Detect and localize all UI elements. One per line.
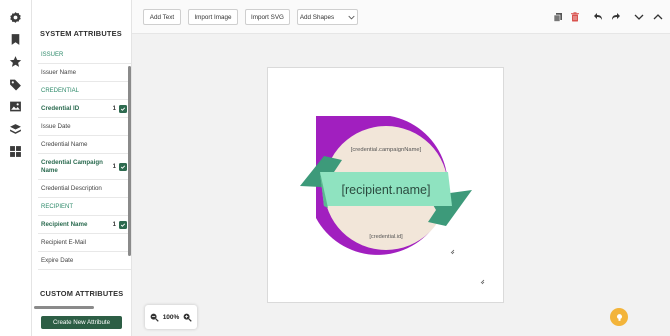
attribute-label: Credential ID: [41, 104, 80, 112]
move-up-icon[interactable]: [653, 12, 663, 22]
attribute-row[interactable]: Recipient Name 1: [38, 216, 131, 234]
tag-icon[interactable]: [9, 78, 22, 91]
copy-icon[interactable]: [553, 12, 563, 22]
attribute-row[interactable]: Expire Date: [38, 252, 131, 270]
attribute-label: RECIPIENT: [41, 203, 74, 210]
move-down-icon[interactable]: [634, 12, 644, 22]
section-header: CREDENTIAL: [38, 82, 131, 100]
add-text-button[interactable]: Add Text: [143, 9, 181, 25]
toolbar: Add Text Import Image Import SVG Add Sha…: [132, 0, 670, 34]
attribute-row[interactable]: Credential Campaign Name 1: [38, 154, 131, 180]
attribute-checkbox[interactable]: [119, 162, 127, 171]
attribute-row[interactable]: Credential Name: [38, 136, 131, 154]
lightbulb-icon: [616, 313, 622, 321]
attribute-checkbox[interactable]: [119, 104, 127, 113]
zoom-level: 100%: [162, 313, 180, 321]
attribute-checkbox[interactable]: [119, 220, 127, 229]
icon-rail: [0, 0, 32, 336]
attribute-label: ISSUER: [41, 51, 64, 58]
zoom-out-icon[interactable]: [150, 313, 159, 322]
attribute-label: Credential Name: [41, 140, 88, 148]
section-header: RECIPIENT: [38, 198, 131, 216]
import-svg-button[interactable]: Import SVG: [245, 9, 290, 25]
grid-icon[interactable]: [9, 145, 22, 158]
attribute-row[interactable]: Recipient E-Mail: [38, 234, 131, 252]
attribute-label: Recipient Name: [41, 220, 88, 228]
delete-icon[interactable]: [570, 12, 580, 22]
create-new-attribute-button[interactable]: Create New Attribute: [41, 316, 122, 329]
help-button[interactable]: [610, 308, 628, 326]
attributes-panel: SYSTEM ATTRIBUTES ISSUER Issuer Name CREDE…: [32, 0, 132, 336]
attribute-row[interactable]: Credential ID 1: [38, 100, 131, 118]
image-icon[interactable]: [9, 100, 22, 113]
attribute-label: Issue Date: [41, 122, 71, 130]
attribute-row[interactable]: Issue Date: [38, 118, 131, 136]
redo-icon[interactable]: [611, 12, 621, 22]
import-image-button[interactable]: Import Image: [188, 9, 238, 25]
horizontal-scrollbar[interactable]: [34, 306, 94, 309]
attribute-label: Recipient E-Mail: [41, 238, 87, 246]
zoom-control: 100%: [145, 305, 197, 329]
chevron-down-icon: [348, 15, 355, 20]
system-attributes-title: SYSTEM ATTRIBUTES: [40, 29, 122, 38]
resize-handle-inner[interactable]: [450, 249, 455, 255]
custom-attributes-title: CUSTOM ATTRIBUTES: [40, 289, 124, 298]
add-shapes-label: Add Shapes: [299, 13, 335, 21]
resize-handle-outer[interactable]: [480, 279, 485, 285]
attribute-label: Issuer Name: [41, 68, 77, 76]
attribute-label: Expire Date: [41, 256, 74, 264]
undo-icon[interactable]: [593, 12, 603, 22]
attribute-list: ISSUER Issuer Name CREDENTIAL Credential ID…: [38, 46, 131, 270]
section-header: ISSUER: [38, 46, 131, 64]
attribute-label: Credential Description: [41, 184, 102, 192]
vertical-scrollbar[interactable]: [128, 66, 131, 256]
attribute-label: CREDENTIAL: [41, 87, 80, 94]
add-shapes-dropdown[interactable]: Add Shapes: [297, 9, 358, 25]
attribute-count: 1: [112, 221, 116, 228]
recipient-name-placeholder[interactable]: [recipient.name]: [342, 183, 431, 197]
attribute-row[interactable]: Issuer Name: [38, 64, 131, 82]
attribute-row[interactable]: Credential Description: [38, 180, 131, 198]
attribute-label: Credential Campaign Name: [41, 158, 103, 174]
campaign-name-placeholder[interactable]: [credential.campaignName]: [351, 147, 422, 153]
settings-icon[interactable]: [9, 11, 22, 24]
star-icon[interactable]: [9, 55, 22, 68]
layers-icon[interactable]: [9, 123, 22, 136]
bookmark-icon[interactable]: [9, 33, 22, 46]
design-canvas[interactable]: [credential.campaignName] [recipient.nam…: [267, 67, 504, 303]
attribute-count: 1: [112, 163, 116, 170]
zoom-in-icon[interactable]: [183, 313, 192, 322]
attribute-count: 1: [112, 105, 116, 112]
credential-id-placeholder[interactable]: [credential.id]: [369, 234, 403, 240]
